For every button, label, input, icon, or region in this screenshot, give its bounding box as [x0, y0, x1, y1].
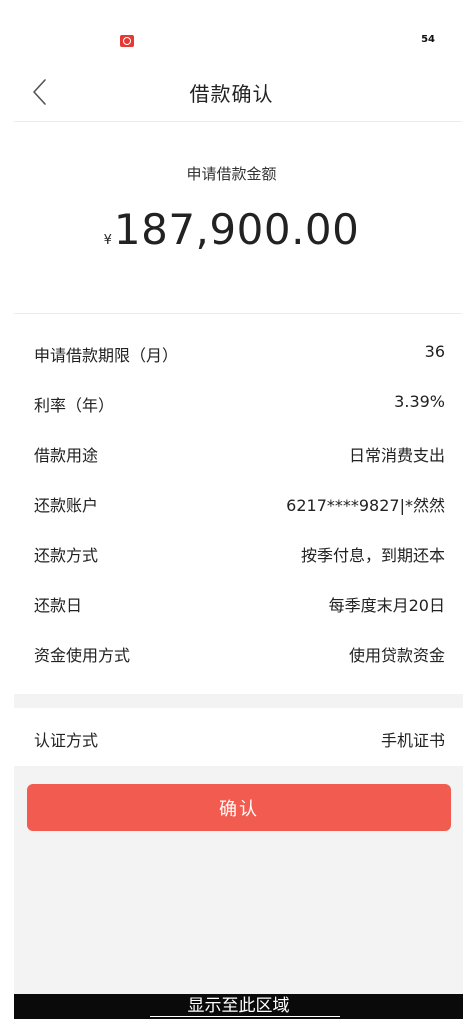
section-gap	[14, 694, 463, 708]
auth-method-label: 认证方式	[34, 731, 99, 750]
amount-value: 187,900.00	[113, 205, 360, 254]
detail-row-repay-account: 还款账户 6217****9827|*然然	[0, 478, 463, 528]
detail-label: 资金使用方式	[34, 646, 131, 665]
auth-method-value: 手机证书	[380, 731, 445, 750]
amount-label: 申请借款金额	[186, 165, 277, 183]
detail-label: 还款日	[34, 596, 83, 615]
header: 借款确认	[0, 62, 463, 122]
header-divider	[14, 121, 462, 122]
detail-row-purpose: 借款用途 日常消费支出	[0, 428, 463, 478]
detail-row-fund-usage: 资金使用方式 使用贷款资金	[0, 628, 463, 678]
amount-divider	[14, 313, 462, 314]
detail-value: 36	[424, 342, 445, 361]
currency-symbol: ¥	[103, 233, 112, 248]
bottom-bar: 显示至此区域	[14, 994, 463, 1019]
loan-confirm-page: 54 借款确认 申请借款金额 ¥187,900.00 申请借款期限（月） 36 …	[0, 0, 463, 1019]
status-bar: 54	[0, 0, 463, 62]
bottom-bar-underline	[150, 1016, 340, 1017]
detail-row-term: 申请借款期限（月） 36	[0, 328, 463, 378]
detail-value: 日常消费支出	[348, 446, 445, 465]
app-logo-icon	[120, 35, 134, 47]
amount-display: ¥187,900.00	[0, 205, 463, 254]
page-title: 借款确认	[189, 82, 274, 106]
battery-level: 54	[421, 34, 435, 45]
detail-row-repay-day: 还款日 每季度末月20日	[0, 578, 463, 628]
detail-value: 每季度末月20日	[328, 596, 445, 615]
detail-value: 使用贷款资金	[348, 646, 445, 665]
bottom-bar-text: 显示至此区域	[187, 996, 290, 1016]
detail-value: 3.39%	[394, 392, 445, 411]
detail-value: 按季付息，到期还本	[300, 546, 445, 565]
loan-detail-list: 申请借款期限（月） 36 利率（年） 3.39% 借款用途 日常消费支出 还款账…	[0, 328, 463, 678]
confirm-button[interactable]: 确认	[27, 784, 451, 831]
detail-label: 还款方式	[34, 546, 99, 565]
detail-label: 还款账户	[34, 496, 99, 515]
detail-row-repay-method: 还款方式 按季付息，到期还本	[0, 528, 463, 578]
detail-label: 借款用途	[34, 446, 99, 465]
auth-method-row[interactable]: 认证方式 手机证书	[0, 713, 463, 763]
detail-row-rate: 利率（年） 3.39%	[0, 378, 463, 428]
detail-label: 申请借款期限（月）	[34, 346, 179, 365]
detail-label: 利率（年）	[34, 396, 115, 415]
detail-value: 6217****9827|*然然	[286, 496, 445, 515]
